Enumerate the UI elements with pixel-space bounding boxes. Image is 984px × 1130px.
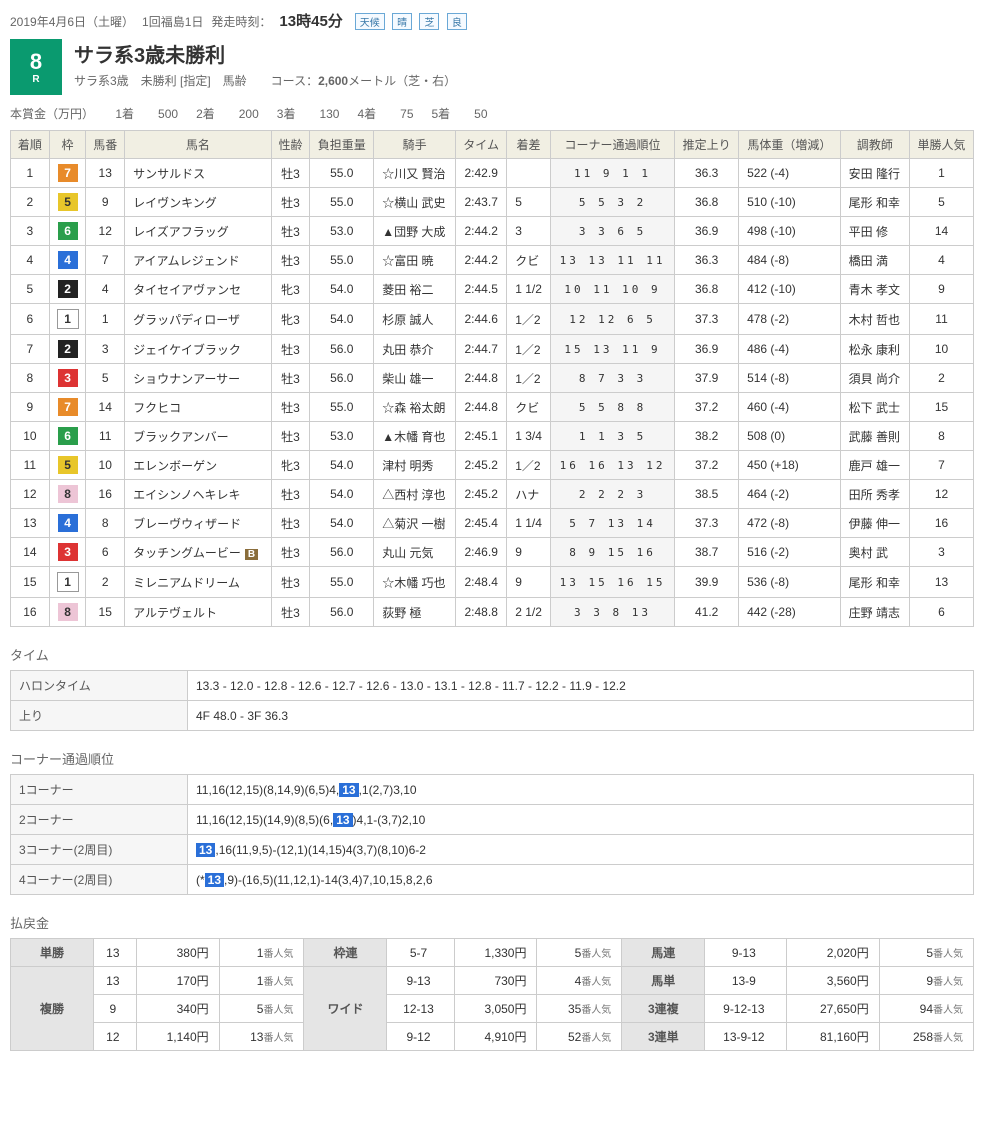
start-time: 13時45分 — [279, 10, 342, 31]
result-table: 着順枠馬番馬名性齢負担重量騎手タイム着差コーナー通過順位推定上り馬体重（増減）調… — [10, 130, 974, 627]
track-value: 良 — [447, 13, 467, 30]
col-header: 馬番 — [86, 131, 125, 159]
payout-title: 払戻金 — [10, 913, 974, 932]
col-header: 騎手 — [374, 131, 456, 159]
col-header: コーナー通過順位 — [550, 131, 674, 159]
weather-value: 晴 — [392, 13, 412, 30]
col-header: 馬名 — [125, 131, 272, 159]
table-row: 13 4 8 ブレーヴウィザード 牡3 54.0 △菊沢 一樹 2:45.4 1… — [11, 509, 974, 538]
table-row: 2 5 9 レイヴンキング 牡3 55.0 ☆横山 武史 2:43.7 5 5 … — [11, 188, 974, 217]
table-row: 6 1 1 グラッパディローザ 牝3 54.0 杉原 誠人 2:44.6 1／2… — [11, 304, 974, 335]
table-row: 7 2 3 ジェイケイブラック 牡3 56.0 丸田 恭介 2:44.7 1／2… — [11, 335, 974, 364]
table-row: 16 8 15 アルテヴェルト 牡3 56.0 荻野 極 2:48.8 2 1/… — [11, 598, 974, 627]
table-row: 12 8 16 エイシンノヘキレキ 牡3 54.0 △西村 淳也 2:45.2 … — [11, 480, 974, 509]
start-label: 発走時刻： — [211, 13, 271, 30]
track-label: 芝 — [419, 13, 439, 30]
table-row: 11 5 10 エレンボーゲン 牝3 54.0 津村 明秀 2:45.2 1／2… — [11, 451, 974, 480]
table-row: 8 3 5 ショウナンアーサー 牡3 56.0 柴山 雄一 2:44.8 1／2… — [11, 364, 974, 393]
col-header: 単勝人気 — [910, 131, 974, 159]
race-number: 8R — [10, 39, 62, 95]
payout-table: 単勝13380円1番人気枠連5-71,330円5番人気馬連9-132,020円5… — [10, 938, 974, 1051]
col-header: 推定上り — [675, 131, 739, 159]
time-section-title: タイム — [10, 645, 974, 664]
date: 2019年4月6日（土曜） — [10, 13, 134, 30]
prize-line: 本賞金（万円） 1着 5002着 2003着 1304着 755着 50 — [10, 105, 974, 122]
table-row: 10 6 11 ブラックアンバー 牡3 53.0 ▲木幡 育也 2:45.1 1… — [11, 422, 974, 451]
col-header: 負担重量 — [310, 131, 374, 159]
col-header: 着差 — [507, 131, 551, 159]
col-header: 調教師 — [840, 131, 909, 159]
table-row: 4 4 7 アイアムレジェンド 牡3 55.0 ☆富田 暁 2:44.2 クビ … — [11, 246, 974, 275]
col-header: 馬体重（増減） — [739, 131, 841, 159]
race-header: 2019年4月6日（土曜） 1回福島1日 発走時刻： 13時45分 天候 晴 芝… — [10, 10, 974, 95]
race-title: サラ系3歳未勝利 — [74, 39, 456, 68]
table-row: 1 7 13 サンサルドス 牡3 55.0 ☆川又 賢治 2:42.9 11 9… — [11, 159, 974, 188]
table-row: 3 6 12 レイズアフラッグ 牡3 53.0 ▲団野 大成 2:44.2 3 … — [11, 217, 974, 246]
col-header: 性齢 — [271, 131, 310, 159]
table-row: 9 7 14 フクヒコ 牡3 55.0 ☆森 裕太朗 2:44.8 クビ 5 5… — [11, 393, 974, 422]
col-header: タイム — [456, 131, 507, 159]
col-header: 着順 — [11, 131, 50, 159]
col-header: 枠 — [49, 131, 86, 159]
weather-label: 天候 — [355, 13, 385, 30]
race-subtitle: サラ系3歳 未勝利 [指定] 馬齢 コース：2,600メートル（芝・右） — [74, 72, 456, 89]
corner-table: 1コーナー11,16(12,15)(8,14,9)(6,5)4,13,1(2,7… — [10, 774, 974, 895]
time-table: ハロンタイム13.3 - 12.0 - 12.8 - 12.6 - 12.7 -… — [10, 670, 974, 731]
table-row: 14 3 6 タッチングムービーB 牡3 56.0 丸山 元気 2:46.9 9… — [11, 538, 974, 567]
table-row: 5 2 4 タイセイアヴァンセ 牝3 54.0 菱田 裕二 2:44.5 1 1… — [11, 275, 974, 304]
corner-section-title: コーナー通過順位 — [10, 749, 974, 768]
meeting: 1回福島1日 — [142, 13, 203, 30]
table-row: 15 1 2 ミレニアムドリーム 牡3 55.0 ☆木幡 巧也 2:48.4 9… — [11, 567, 974, 598]
